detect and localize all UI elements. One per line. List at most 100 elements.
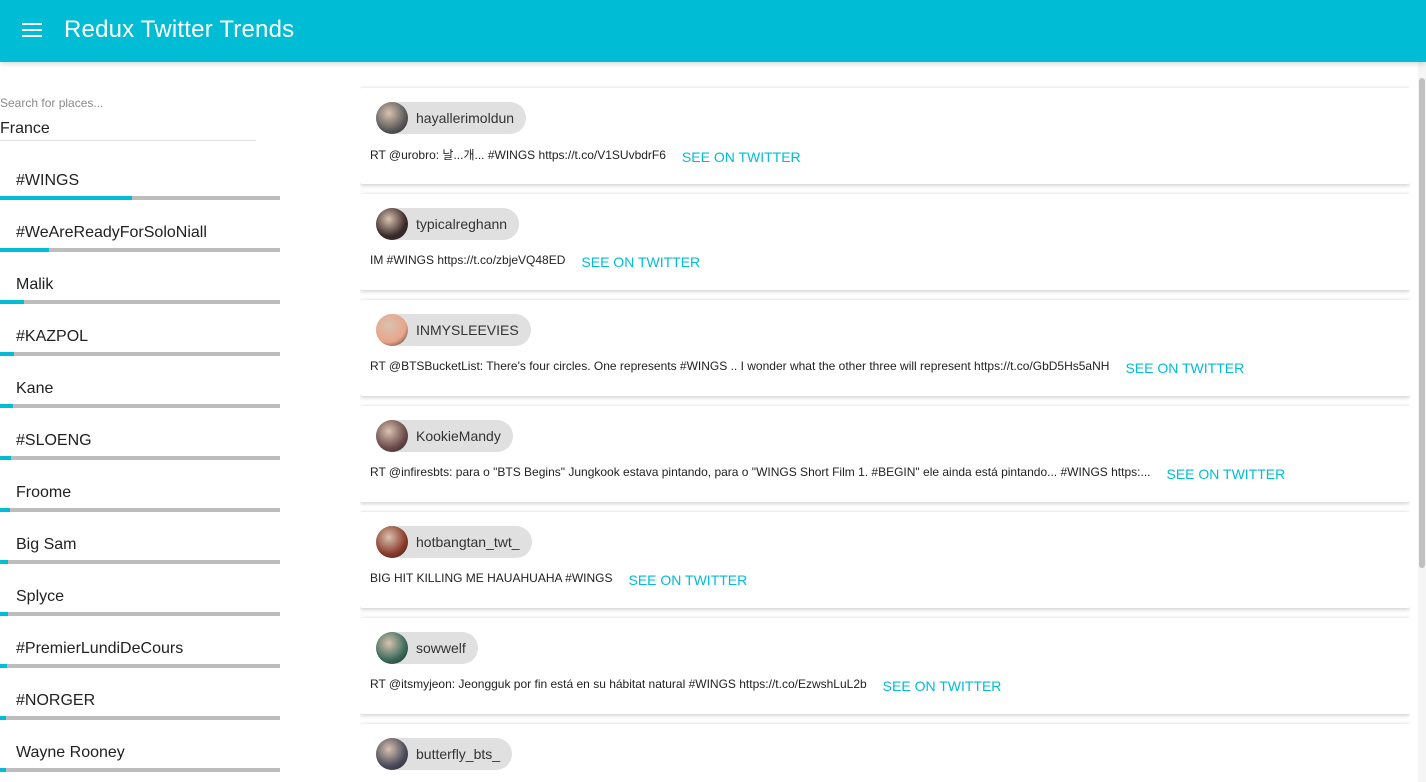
user-chip[interactable]: hayallerimoldun [376,102,527,134]
avatar [376,526,408,558]
user-chip[interactable]: hotbangtan_twt_ [376,526,532,558]
trend-item[interactable]: #NORGER [0,672,280,724]
tweet-card: sowwelf RT @itsmyjeon: Jeongguk por fin e… [360,618,1410,714]
avatar [376,314,408,346]
see-on-twitter-link[interactable]: SEE ON TWITTER [1166,466,1285,482]
trend-volume-bar [0,248,280,252]
avatar [376,420,408,452]
tweet-row: IM #WINGS https://t.co/zbjeVQ48ED SEE ON … [370,252,700,270]
trend-list: #WINGS #WeAreReadyForSoloNiall Malik #KAZPO… [0,152,290,776]
tweet-row: RT @BTSBucketList: There's four circles.… [370,358,1244,376]
trend-volume-bar [0,404,280,408]
avatar [376,102,408,134]
trend-item[interactable]: Malik [0,256,280,308]
trend-item[interactable]: #PremierLundiDeCours [0,620,280,672]
user-chip[interactable]: butterfly_bts_ [376,738,513,770]
tweet-card: hayallerimoldun RT @urobro: 날...개... #WIN… [360,88,1410,184]
tweet-text: RT @urobro: 날...개... #WINGS https://t.co… [370,148,666,162]
sidebar: Search for places... #WINGS #WeAreReadyFo… [0,62,290,782]
see-on-twitter-link[interactable]: SEE ON TWITTER [1125,360,1244,376]
scroll-thumb[interactable] [1419,78,1425,568]
see-on-twitter-link[interactable]: SEE ON TWITTER [682,149,801,165]
tweet-row: RT @itsmyjeon: Jeongguk por fin está en … [370,676,1002,694]
trend-volume-bar [0,560,280,564]
trend-volume-fill [0,352,14,356]
tweet-row: RT @urobro: 날...개... #WINGS https://t.co… [370,146,801,165]
search-label: Search for places... [0,96,104,110]
see-on-twitter-link[interactable]: SEE ON TWITTER [581,254,700,270]
tweet-card: INMYSLEEVIES RT @BTSBucketList: There's f… [360,300,1410,396]
trend-volume-bar [0,768,280,772]
trend-volume-fill [0,508,10,512]
trend-volume-fill [0,716,6,720]
trend-volume-bar [0,716,280,720]
avatar [376,632,408,664]
app-title: Redux Twitter Trends [64,16,295,43]
trend-label: Malik [16,276,54,293]
tweet-card: hotbangtan_twt_ BIG HIT KILLING ME HAUAHU… [360,512,1410,608]
trend-item[interactable]: Kane [0,360,280,412]
trend-volume-fill [0,404,13,408]
menu-icon[interactable] [22,22,42,38]
username: hayallerimoldun [416,110,515,126]
trend-volume-bar [0,664,280,668]
trend-label: Big Sam [16,536,77,553]
trend-item[interactable]: Splyce [0,568,280,620]
trend-item[interactable]: #WeAreReadyForSoloNiall [0,204,280,256]
trend-label: #KAZPOL [16,328,89,345]
trend-label: Splyce [16,588,65,605]
trend-item[interactable]: #WINGS [0,152,280,204]
user-chip[interactable]: typicalreghann [376,208,520,240]
trend-item[interactable]: #KAZPOL [0,308,280,360]
trend-label: Froome [16,484,72,501]
trend-volume-fill [0,248,49,252]
tweet-text: BIG HIT KILLING ME HAUAHUAHA #WINGS [370,571,613,585]
user-chip[interactable]: sowwelf [376,632,478,664]
username: sowwelf [416,640,466,656]
trend-label: #WeAreReadyForSoloNiall [16,224,207,241]
trend-item[interactable]: Big Sam [0,516,280,568]
trend-volume-fill [0,456,12,460]
tweet-row: RT @infiresbts: para o "BTS Begins" Jung… [370,464,1285,482]
trend-volume-bar [0,196,280,200]
avatar [376,738,408,770]
trend-volume-fill [0,664,7,668]
trend-volume-bar [0,612,280,616]
trend-volume-fill [0,560,9,564]
trend-label: Wayne Rooney [16,744,125,761]
see-on-twitter-link[interactable]: SEE ON TWITTER [883,678,1002,694]
username: butterfly_bts_ [416,746,501,762]
trend-volume-fill [0,612,9,616]
see-on-twitter-link[interactable]: SEE ON TWITTER [629,572,748,588]
app-bar: Redux Twitter Trends [0,0,1426,62]
username: INMYSLEEVIES [416,322,519,338]
avatar [376,208,408,240]
trend-item[interactable]: Froome [0,464,280,516]
trend-volume-bar [0,352,280,356]
user-chip[interactable]: INMYSLEEVIES [376,314,531,346]
tweet-card: typicalreghann IM #WINGS https://t.co/zbj… [360,194,1410,290]
search-input[interactable] [0,118,256,141]
trend-label: #WINGS [16,172,80,189]
tweet-text: RT @infiresbts: para o "BTS Begins" Jung… [370,465,1151,479]
tweet-feed: hayallerimoldun RT @urobro: 날...개... #WIN… [360,62,1410,782]
trend-label: #SLOENG [16,432,92,449]
tweet-text: IM #WINGS https://t.co/zbjeVQ48ED [370,253,566,267]
trend-volume-fill [0,300,24,304]
trend-volume-bar [0,300,280,304]
tweet-card: butterfly_bts_ [360,724,1410,782]
trend-item[interactable]: #SLOENG [0,412,280,464]
scrollbar[interactable] [1418,62,1426,782]
trend-item[interactable]: Wayne Rooney [0,724,280,776]
tweet-text: RT @BTSBucketList: There's four circles.… [370,359,1110,373]
trend-volume-bar [0,456,280,460]
trend-volume-fill [0,196,132,200]
user-chip[interactable]: KookieMandy [376,420,513,452]
username: typicalreghann [416,216,508,232]
trend-label: Kane [16,380,54,397]
tweet-card: KookieMandy RT @infiresbts: para o "BTS B… [360,406,1410,502]
tweet-row: BIG HIT KILLING ME HAUAHUAHA #WINGS SEE O… [370,570,748,588]
trend-volume-bar [0,508,280,512]
trend-label: #PremierLundiDeCours [16,640,184,657]
trend-label: #NORGER [16,692,96,709]
